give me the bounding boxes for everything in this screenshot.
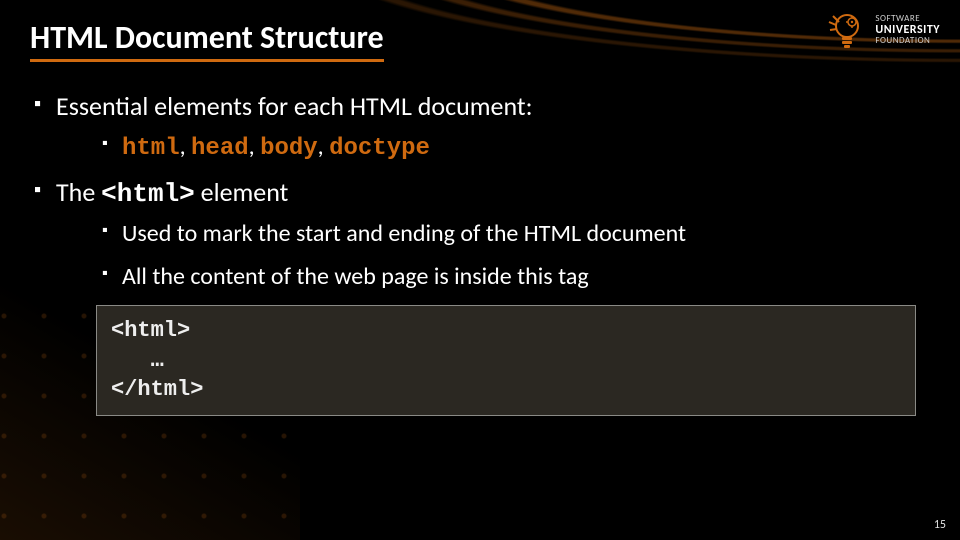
kw-doctype: doctype	[329, 135, 430, 162]
slide: SOFTWARE UNIVERSITY FOUNDATION HTML Docu…	[0, 0, 960, 540]
sep: ,	[318, 132, 329, 161]
bullet-1-sub-1: html, head, body, doctype	[102, 132, 930, 162]
bullet-2-sub: Used to mark the start and ending of the…	[56, 219, 930, 291]
logo-line3: FOUNDATION	[875, 36, 940, 45]
kw-html: html	[122, 135, 180, 162]
logo-text: SOFTWARE UNIVERSITY FOUNDATION	[875, 14, 940, 45]
bullet-2-sub-1: Used to mark the start and ending of the…	[102, 219, 930, 248]
bullet-1: Essential elements for each HTML documen…	[34, 90, 930, 162]
kw-html-element: <html>	[101, 179, 195, 209]
bullet-list: Essential elements for each HTML documen…	[30, 90, 930, 291]
page-number: 15	[934, 518, 946, 532]
slide-title: HTML Document Structure	[30, 18, 384, 62]
sep: ,	[180, 132, 191, 161]
bullet-2-post: element	[195, 176, 289, 208]
kw-head: head	[191, 135, 249, 162]
bullet-2: The <html> element Used to mark the star…	[34, 176, 930, 291]
logo: SOFTWARE UNIVERSITY FOUNDATION	[825, 8, 940, 52]
bullet-2-pre: The	[56, 176, 101, 208]
code-block: <html> … </html>	[96, 305, 916, 416]
bullet-2-sub-2: All the content of the web page is insid…	[102, 262, 930, 291]
lightbulb-gear-icon	[825, 8, 869, 52]
kw-body: body	[260, 135, 318, 162]
sep: ,	[249, 132, 260, 161]
bullet-1-sub: html, head, body, doctype	[56, 132, 930, 162]
bullet-1-text: Essential elements for each HTML documen…	[56, 90, 533, 122]
